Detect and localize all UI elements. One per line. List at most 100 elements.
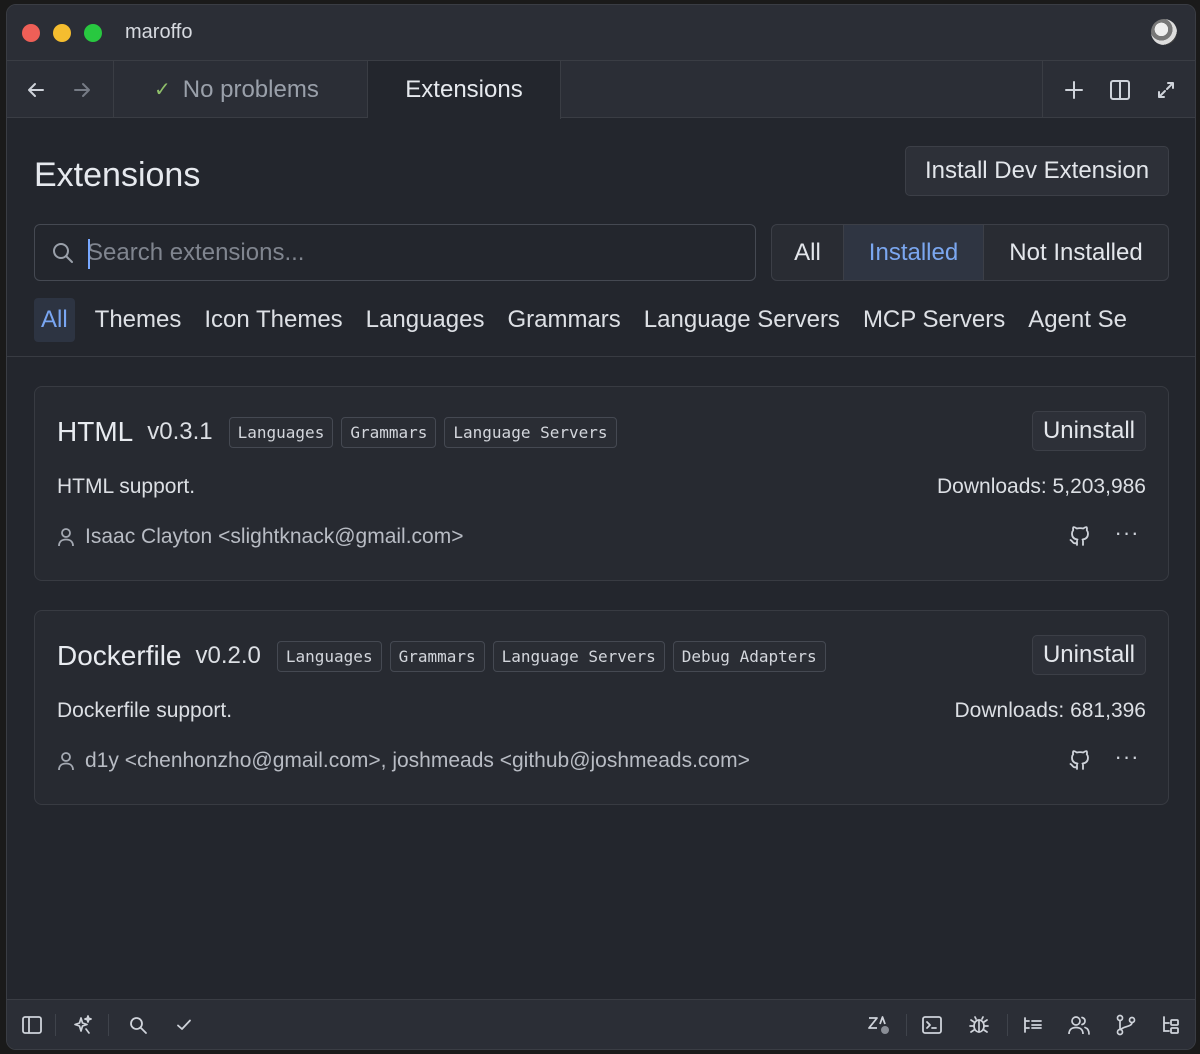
github-icon xyxy=(1069,750,1089,770)
more-options-button[interactable]: ··· xyxy=(1114,520,1140,549)
edit-prediction-button[interactable] xyxy=(866,1012,892,1038)
diagnostics-button[interactable] xyxy=(171,1012,197,1038)
split-pane-icon xyxy=(1110,80,1130,100)
category-languages[interactable]: Languages xyxy=(366,298,485,342)
split-pane-button[interactable] xyxy=(1106,76,1134,104)
install-dev-extension-button[interactable]: Install Dev Extension xyxy=(905,146,1169,196)
project-search-button[interactable] xyxy=(125,1012,151,1038)
back-button[interactable] xyxy=(21,75,51,105)
category-themes[interactable]: Themes xyxy=(95,298,182,342)
category-icon-themes[interactable]: Icon Themes xyxy=(204,298,342,342)
maximize-button[interactable] xyxy=(1152,76,1180,104)
category-tabs: All Themes Icon Themes Languages Grammars Lan… xyxy=(34,298,1195,342)
category-language-servers[interactable]: Language Servers xyxy=(644,298,840,342)
extension-name: Dockerfile xyxy=(57,640,182,671)
category-agent-servers[interactable]: Agent Se xyxy=(1028,298,1127,342)
uninstall-button[interactable]: Uninstall xyxy=(1032,411,1146,451)
extension-tag: Grammars xyxy=(341,416,437,448)
status-bar xyxy=(7,999,1195,1049)
extension-card: HTML v0.3.1 Languages Grammars Language … xyxy=(34,386,1169,581)
outline-panel-button[interactable] xyxy=(1020,1012,1046,1038)
file-tree-icon xyxy=(1163,1016,1179,1034)
tab-problems[interactable]: ✓ No problems xyxy=(113,61,368,118)
extension-version: v0.2.0 xyxy=(195,642,261,669)
search-icon xyxy=(53,243,73,263)
extensions-page: Extensions Install Dev Extension All Ins… xyxy=(7,118,1195,1000)
extension-header: Dockerfile v0.2.0 Languages Grammars Lan… xyxy=(57,639,834,673)
search-input[interactable] xyxy=(87,233,737,273)
page-title: Extensions xyxy=(34,156,201,194)
extension-downloads: Downloads: 681,396 xyxy=(954,699,1146,722)
terminal-button[interactable] xyxy=(919,1012,945,1038)
minimize-window-button[interactable] xyxy=(53,24,71,42)
search-icon xyxy=(130,1017,147,1034)
plus-icon xyxy=(1065,81,1083,99)
forward-button[interactable] xyxy=(67,75,97,105)
extension-authors-text: Isaac Clayton <slightknack@gmail.com> xyxy=(85,525,464,548)
debug-bug-icon xyxy=(969,1016,989,1033)
project-title[interactable]: maroffo xyxy=(125,21,192,44)
git-panel-button[interactable] xyxy=(1113,1012,1139,1038)
tab-extensions-label: Extensions xyxy=(405,76,523,103)
github-repo-button[interactable] xyxy=(1068,747,1094,773)
person-icon xyxy=(57,527,75,547)
divider xyxy=(55,1014,56,1036)
tab-problems-label: No problems xyxy=(182,75,319,103)
filter-all[interactable]: All xyxy=(772,225,844,280)
extension-name: HTML xyxy=(57,416,134,447)
github-icon xyxy=(1069,526,1089,546)
ai-assistant-button[interactable] xyxy=(70,1012,96,1038)
install-filter: All Installed Not Installed xyxy=(771,224,1169,281)
arrow-left-icon xyxy=(28,83,44,97)
app-window: maroffo ✓ No problems Extensions Extensi… xyxy=(6,4,1196,1050)
extension-tag: Languages xyxy=(276,640,382,672)
filter-installed[interactable]: Installed xyxy=(844,225,984,280)
tab-actions xyxy=(1042,61,1195,118)
extension-downloads: Downloads: 5,203,986 xyxy=(937,475,1146,498)
divider xyxy=(108,1014,109,1036)
extension-authors-text: d1y <chenhonzho@gmail.com>, joshmeads <g… xyxy=(85,749,750,772)
filter-not-installed[interactable]: Not Installed xyxy=(984,225,1168,280)
search-box[interactable] xyxy=(34,224,756,281)
divider xyxy=(906,1014,907,1036)
check-icon: ✓ xyxy=(154,79,171,101)
close-window-button[interactable] xyxy=(22,24,40,42)
text-cursor xyxy=(88,239,90,269)
extension-tag: Languages xyxy=(228,416,334,448)
divider xyxy=(7,356,1195,357)
tab-bar: ✓ No problems Extensions xyxy=(7,61,1195,119)
extension-tag: Debug Adapters xyxy=(672,640,826,672)
new-tab-button[interactable] xyxy=(1060,76,1088,104)
debug-panel-button[interactable] xyxy=(966,1012,992,1038)
extension-authors: Isaac Clayton <slightknack@gmail.com> xyxy=(57,525,463,549)
collab-panel-button[interactable] xyxy=(1066,1012,1092,1038)
extension-card: Dockerfile v0.2.0 Languages Grammars Lan… xyxy=(34,610,1169,805)
git-branch-icon xyxy=(1116,1014,1136,1036)
extension-description: HTML support. xyxy=(57,475,196,498)
category-mcp-servers[interactable]: MCP Servers xyxy=(863,298,1005,342)
category-grammars[interactable]: Grammars xyxy=(507,298,620,342)
extension-tag: Language Servers xyxy=(444,416,617,448)
category-all[interactable]: All xyxy=(34,298,75,342)
more-options-button[interactable]: ··· xyxy=(1114,744,1140,773)
extension-tag: Grammars xyxy=(389,640,485,672)
maximize-icon xyxy=(1158,82,1174,98)
ellipsis-icon: ··· xyxy=(1114,744,1140,769)
sidebar-toggle-button[interactable] xyxy=(19,1012,45,1038)
tab-extensions[interactable]: Extensions xyxy=(368,61,561,119)
arrow-right-icon xyxy=(74,83,90,97)
github-repo-button[interactable] xyxy=(1068,523,1094,549)
extension-header: HTML v0.3.1 Languages Grammars Language … xyxy=(57,415,625,449)
outline-icon xyxy=(1024,1017,1042,1033)
extension-description: Dockerfile support. xyxy=(57,699,233,722)
project-panel-button[interactable] xyxy=(1158,1012,1184,1038)
check-icon xyxy=(177,1019,191,1030)
zed-predict-icon xyxy=(868,1016,889,1034)
uninstall-button[interactable]: Uninstall xyxy=(1032,635,1146,675)
avatar[interactable] xyxy=(1151,19,1177,45)
ai-sparkle-icon xyxy=(74,1015,92,1034)
divider xyxy=(1007,1014,1008,1036)
ellipsis-icon: ··· xyxy=(1114,520,1140,545)
zoom-window-button[interactable] xyxy=(84,24,102,42)
sidebar-toggle-icon xyxy=(22,1016,42,1034)
